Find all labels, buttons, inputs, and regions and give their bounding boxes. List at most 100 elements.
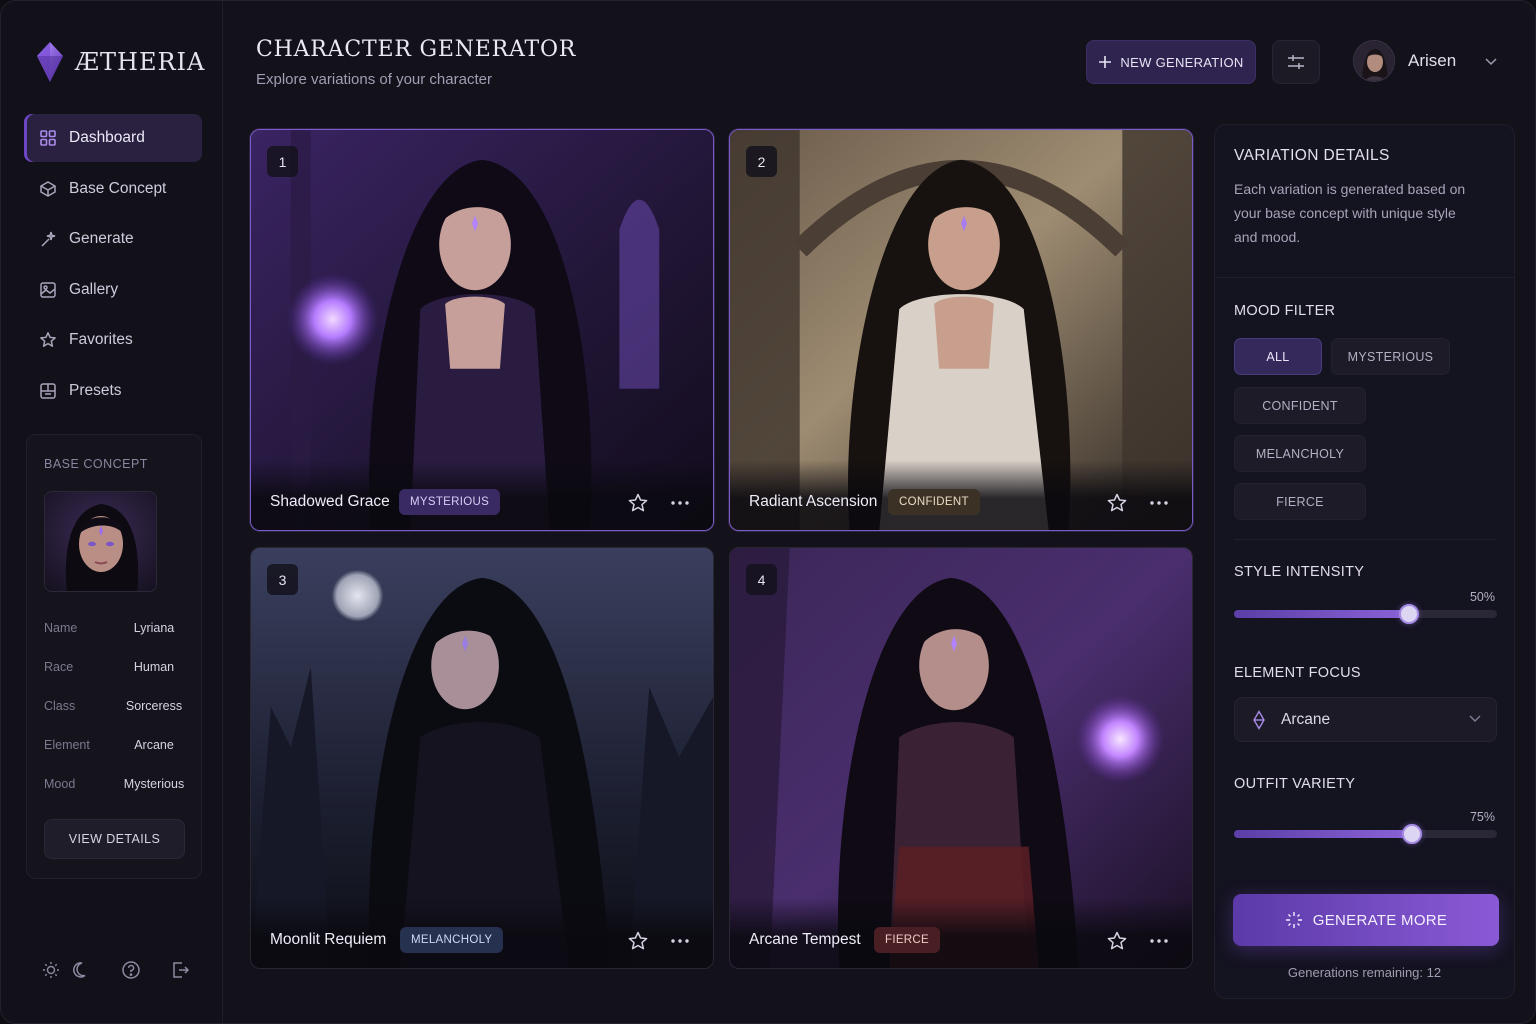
cube-icon	[38, 179, 58, 199]
variation-number: 2	[746, 146, 777, 177]
sidebar-item-label: Base Concept	[69, 179, 167, 197]
app-logo[interactable]: ÆTHERIA	[35, 41, 205, 83]
mood-tag: FIERCE	[874, 927, 940, 953]
sun-icon[interactable]	[39, 958, 63, 982]
slider-thumb[interactable]	[1398, 604, 1419, 624]
crystal-logo-icon	[37, 42, 63, 82]
sidebar-item-favorites[interactable]: Favorites	[24, 316, 202, 364]
concept-value: Mysterious	[123, 777, 185, 791]
help-icon[interactable]	[119, 958, 143, 982]
settings-sliders-button[interactable]	[1272, 40, 1320, 84]
mood-filter-mysterious[interactable]: MYSTERIOUS	[1331, 338, 1450, 375]
view-details-button[interactable]: VIEW DETAILS	[44, 819, 185, 859]
variation-panel: VARIATION DETAILS Each variation is gene…	[1214, 124, 1515, 999]
logout-icon[interactable]	[168, 958, 192, 982]
variation-card-2[interactable]: 2 Radiant Ascension CONFIDENT	[729, 129, 1193, 531]
outfit-variety-slider[interactable]	[1234, 824, 1497, 844]
sidebar-item-label: Dashboard	[69, 129, 145, 146]
variation-card-3[interactable]: 3 Moonlit Requiem MELANCHOLY	[250, 547, 714, 969]
new-generation-label: NEW GENERATION	[1120, 54, 1244, 70]
variation-details-title: VARIATION DETAILS	[1234, 147, 1390, 164]
variation-name: Moonlit Requiem	[270, 931, 387, 948]
sidebar-nav: Dashboard Base Concept Generate Gallery	[24, 114, 202, 417]
concept-key: Class	[44, 699, 76, 713]
base-concept-portrait	[44, 491, 157, 592]
sidebar-item-label: Favorites	[69, 331, 133, 348]
mood-filter-confident[interactable]: CONFIDENT	[1234, 387, 1366, 424]
app-window: ÆTHERIA Dashboard Base Concept Generate	[0, 0, 1536, 1024]
user-menu[interactable]: Arisen	[1353, 40, 1498, 82]
sparkle-icon	[1285, 912, 1302, 928]
variation-name: Radiant Ascension	[749, 493, 878, 510]
generate-more-button[interactable]: GENERATE MORE	[1233, 894, 1499, 946]
star-icon	[38, 330, 58, 350]
variation-name: Arcane Tempest	[749, 931, 861, 948]
chevron-down-icon	[1469, 715, 1481, 723]
slider-thumb[interactable]	[1401, 824, 1422, 844]
mood-tag: CONFIDENT	[888, 489, 980, 515]
generate-more-label: GENERATE MORE	[1312, 911, 1448, 929]
style-intensity-value: 50%	[1469, 590, 1495, 604]
new-generation-button[interactable]: NEW GENERATION	[1086, 40, 1256, 84]
page-title: CHARACTER GENERATOR	[256, 37, 577, 62]
more-options-icon[interactable]	[1148, 492, 1170, 514]
concept-row-class: Class Sorceress	[44, 699, 189, 738]
arcane-crystal-icon	[1253, 709, 1265, 730]
more-options-icon[interactable]	[669, 930, 691, 952]
sidebar-item-gallery[interactable]: Gallery	[24, 266, 202, 314]
concept-row-race: Race Human	[44, 660, 189, 699]
sidebar-item-generate[interactable]: Generate	[24, 215, 202, 263]
sidebar-item-presets[interactable]: Presets	[24, 367, 202, 415]
sidebar-item-label: Generate	[69, 230, 134, 247]
element-focus-title: ELEMENT FOCUS	[1234, 665, 1361, 681]
variation-number: 4	[746, 564, 777, 595]
sidebar-item-dashboard[interactable]: Dashboard	[24, 114, 202, 162]
sidebar-item-label: Presets	[69, 381, 122, 399]
mood-tag: MELANCHOLY	[400, 927, 504, 953]
sidebar-item-base-concept[interactable]: Base Concept	[24, 165, 202, 213]
mood-filter-title: MOOD FILTER	[1234, 303, 1336, 319]
element-focus-select[interactable]: Arcane	[1234, 697, 1497, 742]
concept-row-mood: Mood Mysterious	[44, 777, 189, 816]
slider-fill	[1234, 830, 1412, 838]
concept-value: Lyriana	[133, 621, 175, 635]
outfit-variety-title: OUTFIT VARIETY	[1234, 776, 1356, 792]
concept-key: Race	[44, 660, 74, 674]
variation-card-1[interactable]: 1 Shadowed Grace MYSTERIOUS	[250, 129, 714, 531]
mood-filter-fierce[interactable]: FIERCE	[1234, 483, 1366, 520]
variation-details-description: Each variation is generated based on you…	[1234, 181, 1466, 245]
variation-card-4[interactable]: 4 Arcane Tempest FIERCE	[729, 547, 1193, 969]
image-icon	[38, 280, 58, 300]
sidebar: ÆTHERIA Dashboard Base Concept Generate	[1, 1, 223, 1023]
element-focus-value: Arcane	[1281, 710, 1331, 728]
favorite-star-icon[interactable]	[627, 492, 649, 514]
slider-fill	[1234, 610, 1409, 618]
sliders-icon	[1288, 55, 1304, 69]
divider	[1234, 539, 1497, 540]
more-options-icon[interactable]	[1148, 930, 1170, 952]
favorite-star-icon[interactable]	[627, 930, 649, 952]
concept-value: Sorceress	[125, 699, 183, 713]
concept-row-element: Element Arcane	[44, 738, 189, 777]
favorite-star-icon[interactable]	[1106, 930, 1128, 952]
sparkle-wand-icon	[38, 229, 58, 249]
app-name: ÆTHERIA	[75, 48, 206, 76]
more-options-icon[interactable]	[669, 492, 691, 514]
mood-filter-melancholy[interactable]: MELANCHOLY	[1234, 435, 1366, 472]
concept-key: Element	[44, 738, 90, 752]
variation-number: 1	[267, 146, 298, 177]
plus-icon	[1099, 56, 1112, 68]
avatar	[1353, 40, 1395, 82]
mood-filter-all[interactable]: ALL	[1234, 338, 1322, 375]
page-subtitle: Explore variations of your character	[256, 71, 492, 88]
outfit-variety-value: 75%	[1469, 810, 1495, 824]
concept-row-name: Name Lyriana	[44, 621, 189, 660]
concept-key: Mood	[44, 777, 76, 791]
presets-icon	[38, 381, 58, 401]
variation-name: Shadowed Grace	[270, 493, 390, 510]
style-intensity-slider[interactable]	[1234, 604, 1497, 624]
generations-remaining: Generations remaining: 12	[1287, 965, 1442, 980]
moon-icon[interactable]	[69, 958, 93, 982]
favorite-star-icon[interactable]	[1106, 492, 1128, 514]
concept-value: Arcane	[134, 738, 174, 752]
